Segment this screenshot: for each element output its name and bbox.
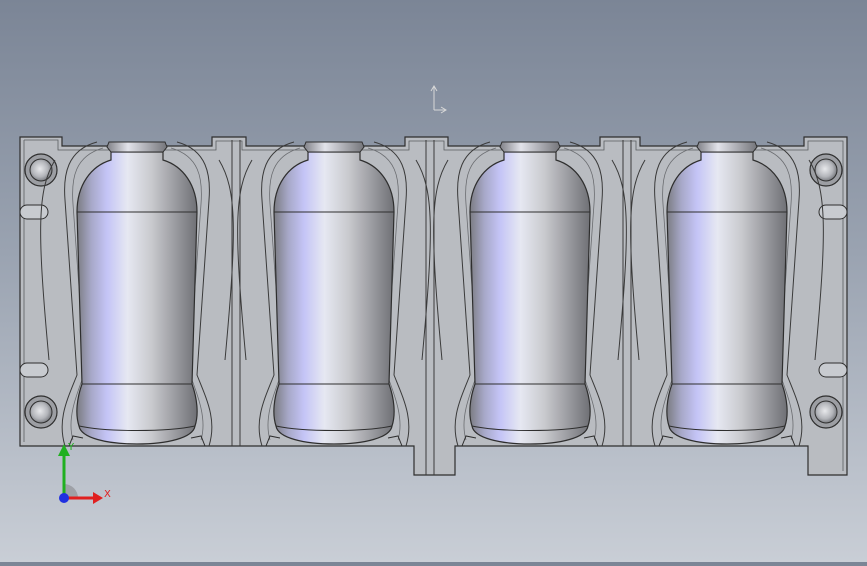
bottle-body[interactable] <box>76 151 198 445</box>
coordinate-triad[interactable]: X Y <box>58 442 111 504</box>
bottle-neck <box>303 141 365 153</box>
bottle-neck <box>106 141 168 153</box>
guide-hole-top-left[interactable] <box>24 153 58 187</box>
bottle-neck <box>499 141 561 153</box>
guide-hole-bottom-left[interactable] <box>24 395 58 429</box>
y-axis-label: Y <box>67 442 75 453</box>
bottle-body[interactable] <box>273 151 395 445</box>
x-axis-arrow-icon <box>93 492 103 504</box>
bottle-body[interactable] <box>666 151 788 445</box>
guide-hole-top-right[interactable] <box>809 153 843 187</box>
z-axis-dot-icon <box>59 493 69 503</box>
bottle-neck <box>696 141 758 153</box>
x-axis-label: X <box>104 489 111 500</box>
origin-axis-icon <box>430 85 447 114</box>
guide-hole-bottom-right[interactable] <box>809 395 843 429</box>
model-canvas[interactable]: X Y <box>0 0 867 562</box>
bottle-body[interactable] <box>469 151 591 445</box>
graphics-viewport[interactable]: X Y <box>0 0 867 562</box>
